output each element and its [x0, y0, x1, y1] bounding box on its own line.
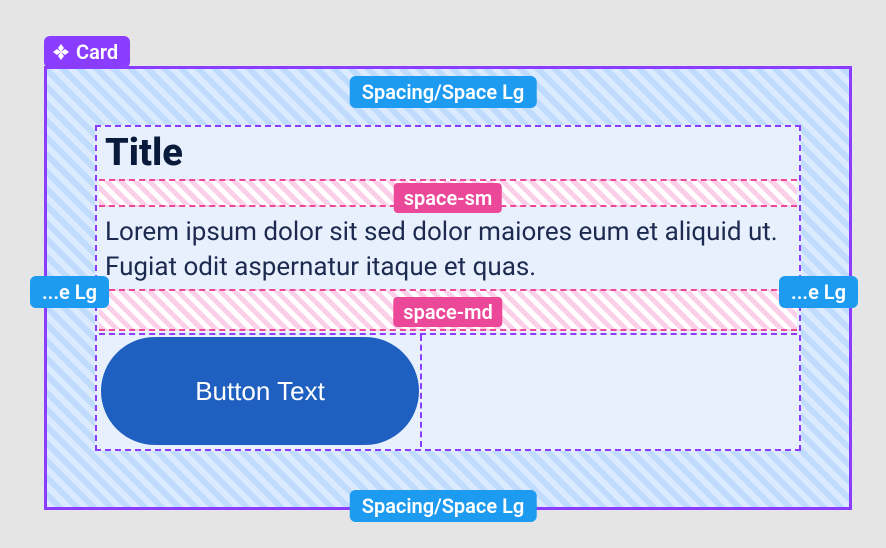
padding-label-right: ...e Lg	[779, 276, 858, 308]
padding-label-left: ...e Lg	[30, 276, 109, 308]
component-icon	[52, 43, 70, 61]
primary-button[interactable]: Button Text	[101, 337, 419, 445]
spacer-md-label: space-md	[393, 297, 502, 327]
card-frame[interactable]: Title space-sm Lorem ipsum dolor sit sed…	[44, 66, 852, 510]
slot-divider	[420, 335, 422, 447]
spacer-md: space-md	[99, 289, 797, 331]
button-label: Button Text	[195, 376, 325, 407]
padding-label-bottom: Spacing/Space Lg	[350, 490, 537, 522]
button-row: Button Text	[99, 333, 797, 447]
card-content-area: Title space-sm Lorem ipsum dolor sit sed…	[95, 125, 801, 451]
spacer-sm-label: space-sm	[394, 183, 502, 213]
spacer-sm: space-sm	[99, 179, 797, 207]
padding-label-top: Spacing/Space Lg	[350, 76, 537, 108]
component-name: Card	[76, 40, 118, 64]
card-body-text: Lorem ipsum dolor sit sed dolor maiores …	[105, 215, 791, 285]
component-badge[interactable]: Card	[44, 36, 130, 68]
card-title: Title	[105, 131, 183, 175]
